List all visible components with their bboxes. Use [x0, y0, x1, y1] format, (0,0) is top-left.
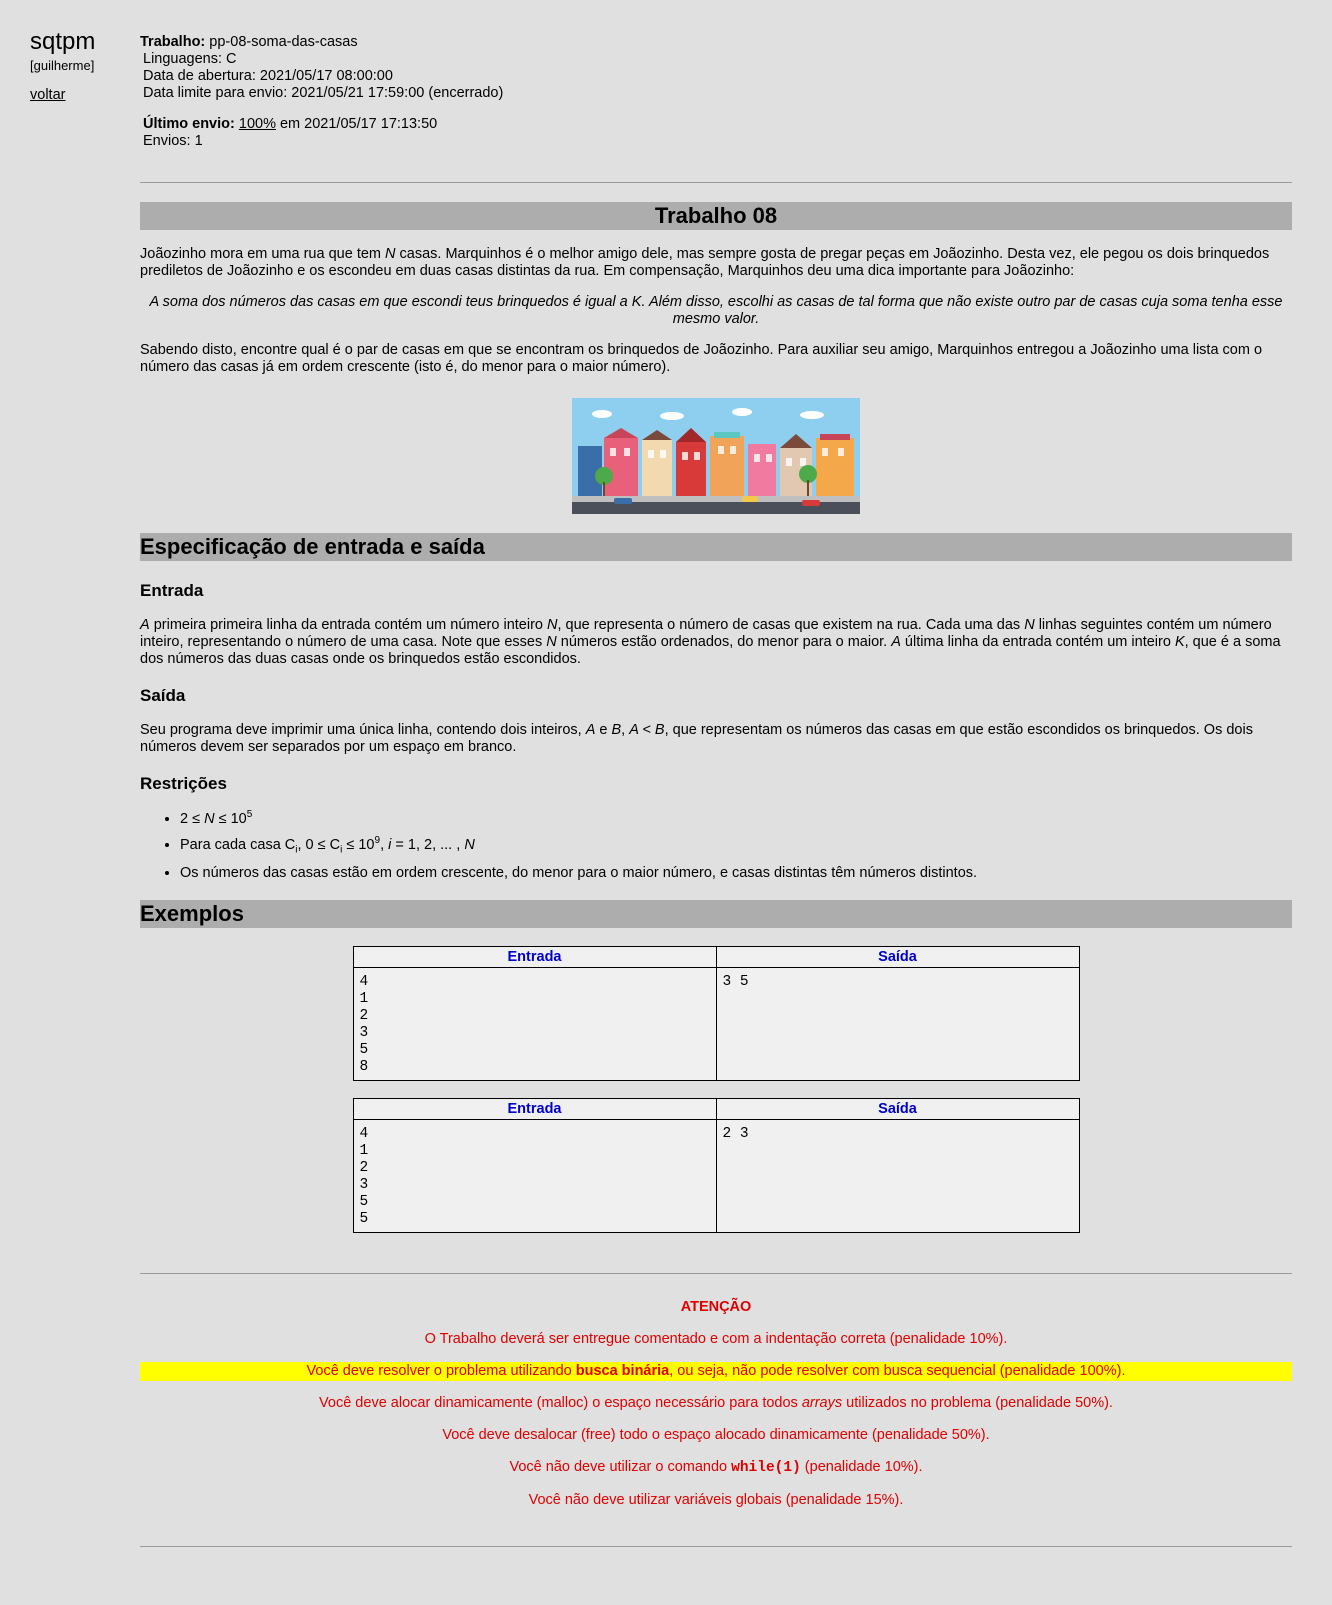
street-houses-illustration	[572, 398, 860, 514]
username: [guilherme]	[30, 58, 95, 73]
list-item: Para cada casa Ci, 0 ≤ Ci ≤ 109, i = 1, …	[180, 830, 1292, 862]
list-item: Os números das casas estão em ordem cres…	[180, 862, 1292, 884]
entrada-paragraph: A primeira primeira linha da entrada con…	[140, 617, 1281, 667]
intro-paragraph: Joãozinho mora em uma rua que tem N casa…	[140, 246, 1270, 279]
attention-line: Você deve desalocar (free) todo o espaço…	[442, 1426, 990, 1443]
attention-line: Você deve alocar dinamicamente (malloc) …	[319, 1394, 1113, 1411]
saida-heading: Saída	[140, 686, 186, 705]
attention-line: Você não deve utilizar o comando while(1…	[509, 1458, 923, 1476]
restrictions-list: 2 ≤ N ≤ 105 Para cada casa Ci, 0 ≤ Ci ≤ …	[140, 804, 1292, 884]
attention-line: O Trabalho deverá ser entregue comentado…	[424, 1330, 1008, 1347]
trabalho-value: pp-08-soma-das-casas	[209, 34, 358, 50]
open-date: Data de abertura: 2021/05/17 08:00:00	[143, 68, 393, 84]
list-item: 2 ≤ N ≤ 105	[180, 804, 1292, 830]
example-table-1: Entrada Saída 4 1 2 3 5 8 3 5	[352, 945, 1080, 1081]
assignment-info: Trabalho: pp-08-soma-das-casas Linguagen…	[140, 34, 1292, 150]
last-send-score-link[interactable]: 100%	[239, 116, 276, 132]
attention-title: ATENÇÃO	[680, 1298, 752, 1315]
column-header-saida: Saída	[715, 1097, 1080, 1120]
last-send-date: em 2021/05/17 17:13:50	[275, 116, 438, 132]
send-count: Envios: 1	[143, 133, 203, 149]
attention-section: ATENÇÃO O Trabalho deverá ser entregue c…	[140, 1298, 1292, 1510]
example-output: 3 5	[722, 973, 749, 990]
column-header-entrada: Entrada	[352, 1097, 717, 1120]
sidebar: sqtpm [guilherme] voltar	[30, 28, 130, 103]
entrada-heading: Entrada	[140, 581, 204, 600]
saida-paragraph: Seu programa deve imprimir uma única lin…	[140, 722, 1253, 755]
deadline: Data limite para envio: 2021/05/21 17:59…	[143, 85, 504, 101]
back-link[interactable]: voltar	[30, 87, 65, 103]
problem-title: Trabalho 08	[140, 202, 1292, 230]
column-header-entrada: Entrada	[352, 945, 717, 968]
divider	[140, 1545, 1292, 1547]
divider	[140, 1272, 1292, 1274]
restricoes-heading: Restrições	[140, 774, 227, 793]
attention-line-highlighted: Você deve resolver o problema utilizando…	[140, 1361, 1292, 1381]
examples-section-title: Exemplos	[140, 899, 1292, 928]
example-output: 2 3	[722, 1125, 749, 1142]
attention-line: Você não deve utilizar variáveis globais…	[528, 1491, 904, 1508]
example-input: 4 1 2 3 5 8	[359, 973, 369, 1075]
languages: Linguagens: C	[143, 51, 237, 67]
brand-title: sqtpm	[30, 28, 96, 55]
last-send-label: Último envio:	[143, 116, 235, 132]
hint-paragraph: A soma dos números das casas em que esco…	[149, 294, 1283, 327]
column-header-saida: Saída	[715, 945, 1080, 968]
example-input: 4 1 2 3 5 5	[359, 1125, 369, 1227]
knowing-paragraph: Sabendo disto, encontre qual é o par de …	[140, 342, 1263, 375]
example-table-2: Entrada Saída 4 1 2 3 5 5 2 3	[352, 1097, 1080, 1233]
main-content: Trabalho: pp-08-soma-das-casas Linguagen…	[140, 34, 1292, 1547]
divider	[140, 182, 1292, 183]
trabalho-label: Trabalho:	[140, 34, 206, 50]
spec-section-title: Especificação de entrada e saída	[140, 533, 1292, 561]
